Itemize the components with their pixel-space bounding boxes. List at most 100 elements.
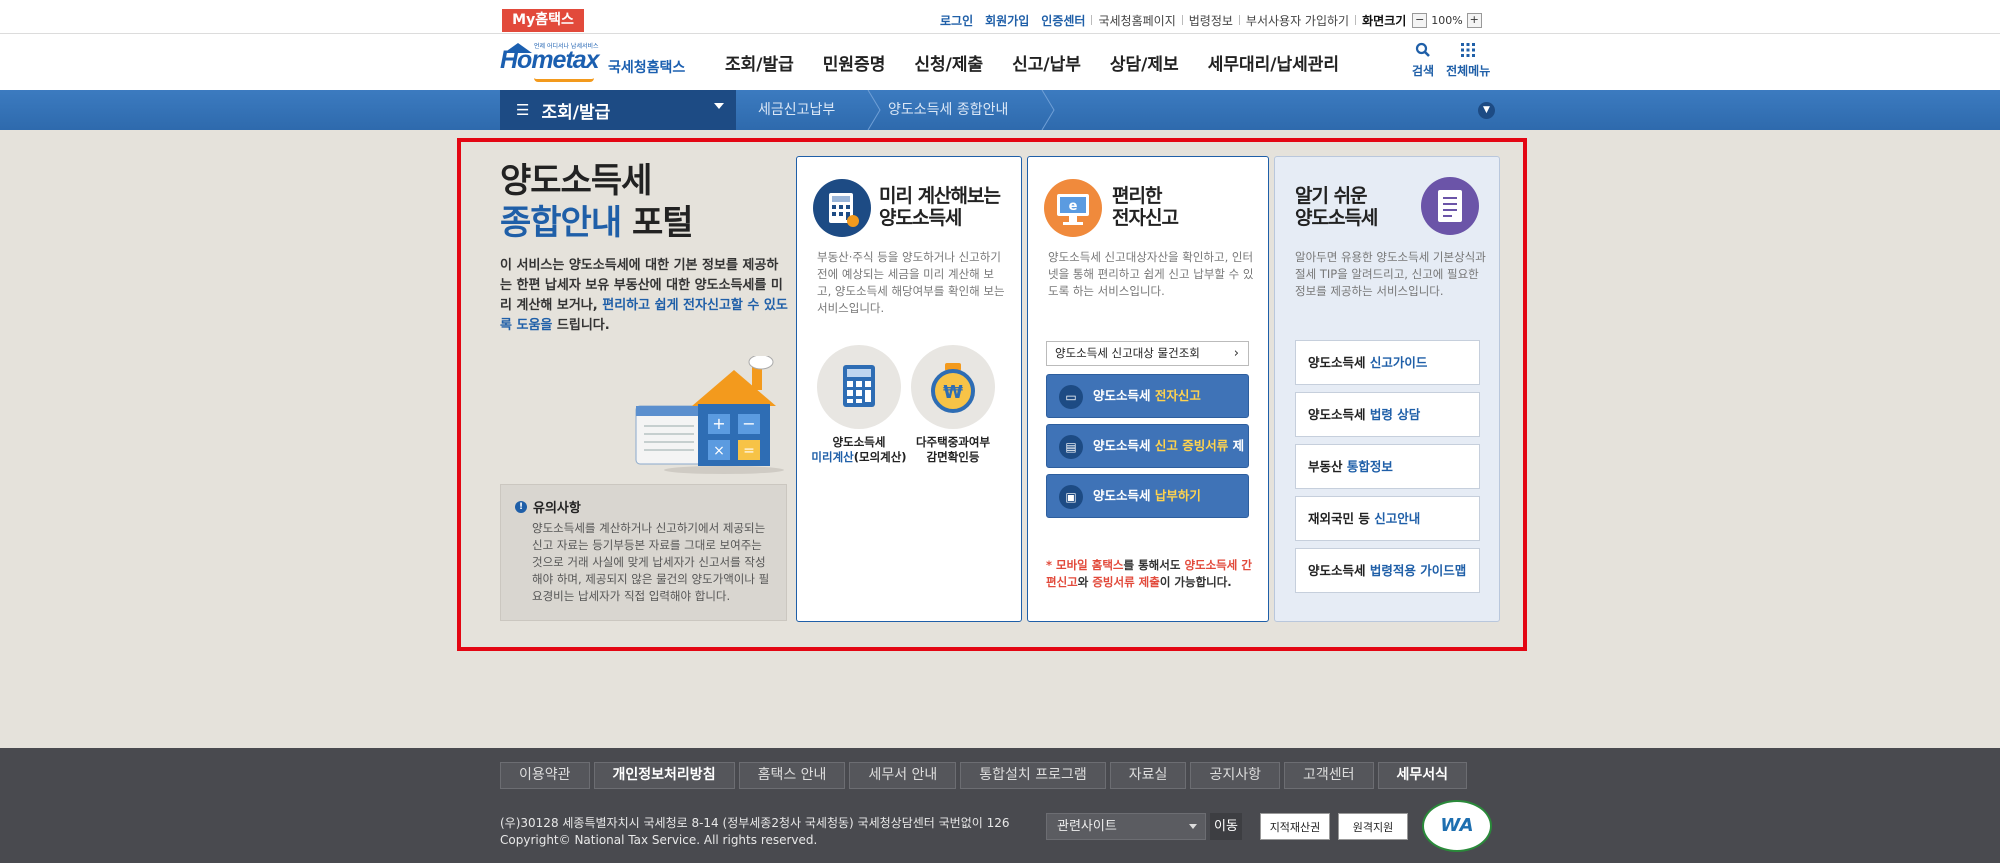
svg-text:×: × xyxy=(713,443,725,459)
portal-intro: 양도소득세 종합안내 포털 이 서비스는 양도소득세에 대한 기본 정보를 제공… xyxy=(500,160,790,336)
btn-highlight: 법령적용 가이드맵 xyxy=(1369,563,1467,578)
asset-lookup-label: 양도소득세 신고대상 물건조회 xyxy=(1055,346,1200,360)
computer-e-icon: e xyxy=(1044,179,1102,237)
menu-civil-certificates[interactable]: 민원증명 xyxy=(823,50,886,75)
search-button[interactable]: 검색 xyxy=(1412,42,1434,79)
law-consult-button[interactable]: 양도소득세 법령 상담 xyxy=(1295,392,1480,437)
footer-privacy-link[interactable]: 개인정보처리방침 xyxy=(593,762,735,789)
pre-calculation-button[interactable] xyxy=(817,345,901,429)
btn-prefix: 양도소득세 xyxy=(1093,438,1155,453)
chevron-down-icon[interactable]: ▼ xyxy=(1478,102,1495,119)
card-title-line: 전자신고 xyxy=(1112,207,1179,229)
breadcrumb-separator-icon xyxy=(866,89,886,131)
zoom-label: 화면크기 xyxy=(1362,13,1407,28)
cert-center-link[interactable]: 인증센터 xyxy=(1035,12,1091,29)
current-section-label: 조회/발급 xyxy=(541,102,611,123)
mobile-hometax-note: * 모바일 홈택스를 통해서도 양도소득세 간편신고와 증빙서류 제출이 가능합… xyxy=(1046,557,1256,591)
breadcrumb: ☰ 조회/발급 세금신고납부 양도소득세 종합안내 ▼ xyxy=(0,89,2000,131)
btn-prefix: 양도소득세 xyxy=(1308,407,1370,422)
go-button[interactable]: 이동 xyxy=(1210,813,1242,840)
btn-highlight: 전자신고 xyxy=(1154,388,1201,403)
ip-rights-badge[interactable]: 지적재산권 xyxy=(1260,813,1330,840)
multi-house-check-label: 다주택중과여부 감면확인등 xyxy=(898,435,1008,465)
chevron-right-icon: › xyxy=(1233,346,1239,361)
svg-text:−: − xyxy=(742,414,755,433)
menu-application-submission[interactable]: 신청/제출 xyxy=(914,50,983,75)
filing-guide-button[interactable]: 양도소득세 신고가이드 xyxy=(1295,340,1480,385)
card-title-line: 양도소득세 xyxy=(879,207,962,229)
btn-prefix: 양도소득세 xyxy=(1093,388,1155,403)
btn-label-line: 감면확인등 xyxy=(926,450,980,464)
search-icon xyxy=(1415,42,1431,62)
printer-icon: ▤ xyxy=(1059,435,1083,459)
breadcrumb-item[interactable]: 양도소득세 종합안내 xyxy=(888,90,1008,130)
page-title: 양도소득세 xyxy=(500,161,652,201)
real-estate-info-button[interactable]: 부동산 통합정보 xyxy=(1295,444,1480,489)
e-filing-button[interactable]: ▭ 양도소득세 전자신고 xyxy=(1046,374,1249,418)
hometax-logo[interactable]: 언제 어디서나 납세서비스 Hometax 국세청홈택스 xyxy=(500,38,690,86)
card-pre-calculation: 미리 계산해보는 양도소득세 부동산·주식 등을 양도하거나 신고하기 전에 예상… xyxy=(796,156,1022,622)
monitor-icon: ▭ xyxy=(1059,385,1083,409)
notice-body: 양도소득세를 계산하거나 신고하기에서 제공되는 신고 자료는 등기부등본 자료… xyxy=(532,521,770,603)
notice-title-text: 유의사항 xyxy=(533,501,581,516)
footer-hometax-info-link[interactable]: 홈택스 안내 xyxy=(738,762,846,789)
footer-address: (우)30128 세종특별자치시 국세청로 8-14 (정부세종2청사 국세청동… xyxy=(500,815,1010,849)
payment-monitor-icon: ▣ xyxy=(1059,485,1083,509)
footer-notice-link[interactable]: 공지사항 xyxy=(1190,762,1280,789)
card-title-line: 양도소득세 xyxy=(1295,207,1378,229)
copyright-line: Copyright© National Tax Service. All rig… xyxy=(500,833,818,847)
zoom-out-button[interactable]: − xyxy=(1412,12,1428,28)
related-sites-select[interactable]: 관련사이트 xyxy=(1046,813,1206,840)
breadcrumb-item[interactable]: 세금신고납부 xyxy=(758,90,835,130)
page-title-line2: 종합안내 포털 xyxy=(500,202,790,244)
card-easy-guide-desc: 알아두면 유용한 양도소득세 기본상식과 절세 TIP을 알려드리고, 신고에 … xyxy=(1295,250,1486,298)
login-link[interactable]: 로그인 xyxy=(934,12,979,29)
asset-lookup-button[interactable]: 양도소득세 신고대상 물건조회 › xyxy=(1046,341,1249,366)
footer-links: 이용약관 개인정보처리방침 홈택스 안내 세무서 안내 통합설치 프로그램 자료… xyxy=(500,762,1471,789)
footer-tax-office-link[interactable]: 세무서 안내 xyxy=(849,762,957,789)
footer-customer-center-link[interactable]: 고객센터 xyxy=(1283,762,1374,789)
logo-swoosh-icon xyxy=(534,78,594,82)
note-text: 이 가능합니다. xyxy=(1159,575,1232,589)
law-info-link[interactable]: 법령정보 xyxy=(1183,12,1239,29)
all-menu-button[interactable]: 전체메뉴 xyxy=(1446,42,1490,79)
footer-terms-link[interactable]: 이용약관 xyxy=(500,762,590,789)
multi-house-check-button[interactable]: ₩ xyxy=(911,345,995,429)
menu-tax-agent[interactable]: 세무대리/납세관리 xyxy=(1208,50,1339,75)
evidence-submit-button[interactable]: ▤양도소득세 신고 증빙서류 제출 xyxy=(1046,424,1249,495)
search-label: 검색 xyxy=(1412,64,1435,78)
footer-tax-forms-link[interactable]: 세무서식 xyxy=(1377,762,1468,789)
zoom-in-button[interactable]: + xyxy=(1466,12,1482,28)
btn-highlight: 납부하기 xyxy=(1154,488,1201,503)
btn-prefix: 양도소득세 xyxy=(1093,488,1155,503)
note-red: * 모바일 홈택스 xyxy=(1046,558,1124,572)
dropdown-arrow-icon xyxy=(714,103,724,109)
btn-prefix: 부동산 xyxy=(1308,459,1347,474)
btn-highlight: 법령 상담 xyxy=(1369,407,1421,422)
footer-install-link[interactable]: 통합설치 프로그램 xyxy=(960,762,1106,789)
card-pre-calculation-desc: 부동산·주식 등을 양도하거나 신고하기 전에 예상되는 세금을 미리 계산해 … xyxy=(817,250,1005,315)
card-title-line: 미리 계산해보는 xyxy=(879,185,1001,207)
main-menu: 조회/발급 민원증명 신청/제출 신고/납부 상담/제보 세무대리/납세관리 xyxy=(725,34,1368,90)
btn-highlight: 신고가이드 xyxy=(1369,355,1428,370)
title-highlight: 종합안내 xyxy=(500,203,622,243)
my-hometax-button[interactable]: My홈택스 xyxy=(502,9,584,32)
footer-library-link[interactable]: 자료실 xyxy=(1109,762,1187,789)
overseas-filing-button[interactable]: 재외국민 등 신고안내 xyxy=(1295,496,1480,541)
card-title-line: 편리한 xyxy=(1112,185,1162,207)
remote-support-button[interactable]: 원격지원 xyxy=(1338,813,1408,840)
signup-link[interactable]: 회원가입 xyxy=(979,12,1035,29)
dept-user-signup-link[interactable]: 부서사용자 가입하기 xyxy=(1240,12,1355,29)
address-line: (우)30128 세종특별자치시 국세청로 8-14 (정부세종2청사 국세청동… xyxy=(500,816,1010,830)
note-text: 와 xyxy=(1077,575,1093,589)
menu-inquiry-issuance[interactable]: 조회/발급 xyxy=(725,50,794,75)
nts-homepage-link[interactable]: 국세청홈페이지 xyxy=(1092,12,1181,29)
law-guide-map-button[interactable]: 양도소득세 법령적용 가이드맵 xyxy=(1295,548,1480,593)
grid-icon xyxy=(1460,42,1476,62)
tax-payment-button[interactable]: ▣ 양도소득세 납부하기 xyxy=(1046,474,1249,518)
menu-consult-report[interactable]: 상담/제보 xyxy=(1110,50,1179,75)
title-rest: 포털 xyxy=(621,203,694,243)
section-dropdown[interactable]: ☰ 조회/발급 xyxy=(500,90,736,130)
card-easy-guide-title: 알기 쉬운 양도소득세 xyxy=(1295,185,1378,229)
menu-filing-payment[interactable]: 신고/납부 xyxy=(1012,50,1081,75)
